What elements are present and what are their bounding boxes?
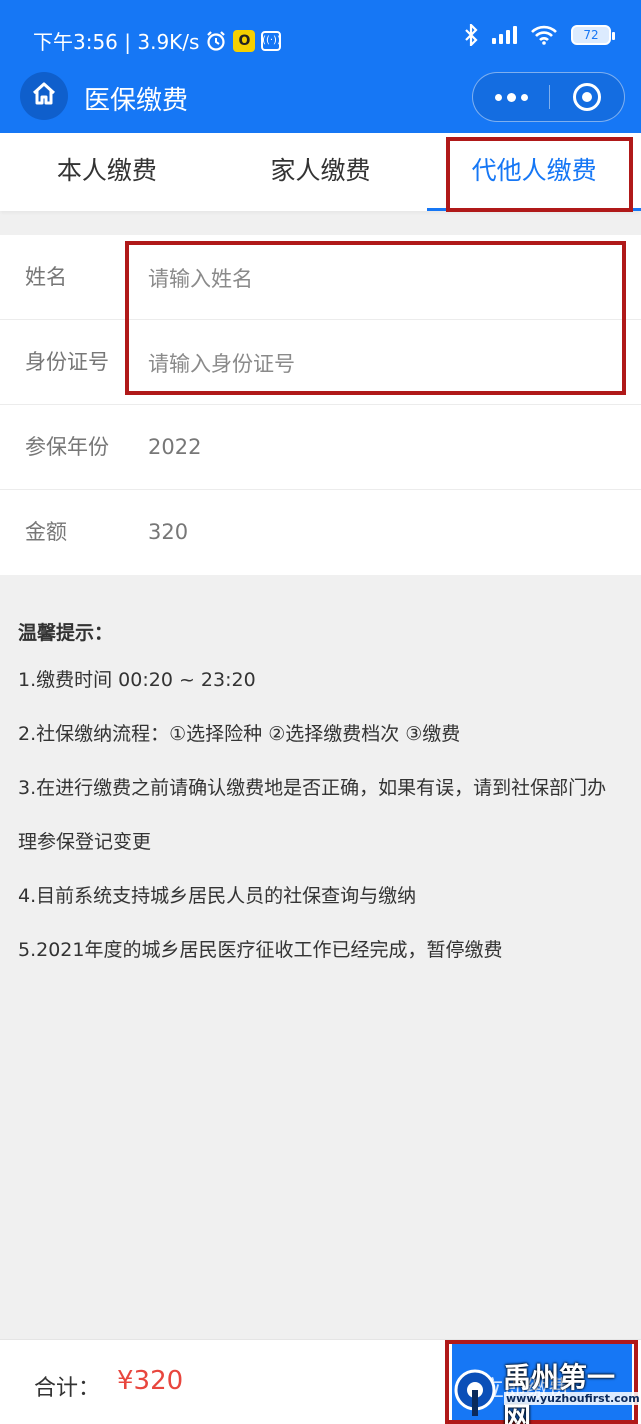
id-number-label: 身份证号 <box>25 350 109 374</box>
checkout-bar: 合计： ¥320 立即缴费 <box>0 1339 641 1424</box>
page-title: 医保缴费 <box>84 86 189 116</box>
status-bar: 下午3:56 | 3.9K/s O ((·)) 72 <box>0 18 641 58</box>
name-input[interactable] <box>148 257 608 301</box>
total-value: ¥320 <box>117 1366 184 1396</box>
payment-tabs: 本人缴费 家人缴费 代他人缴费 <box>0 133 641 211</box>
more-button[interactable] <box>473 73 549 121</box>
more-dot-icon <box>520 93 528 101</box>
signal-icon <box>492 26 517 44</box>
home-button[interactable] <box>20 72 68 120</box>
status-left: 下午3:56 | 3.9K/s O ((·)) <box>33 26 282 55</box>
nfc-icon: ((·)) <box>261 30 282 51</box>
app-notification-icon: O <box>233 29 256 52</box>
payment-form: 姓名 身份证号 参保年份 2022 金额 320 <box>0 235 641 575</box>
close-mini-program-button[interactable] <box>573 83 601 111</box>
form-row-name: 姓名 <box>0 235 641 320</box>
tip-item: 3.在进行缴费之前请确认缴费地是否正确，如果有误，请到社保部门办理参保登记变更 <box>18 777 607 853</box>
nav-bar: 医保缴费 <box>0 68 641 126</box>
tab-self-payment[interactable]: 本人缴费 <box>0 133 214 211</box>
wifi-icon <box>531 25 557 45</box>
app-header: 下午3:56 | 3.9K/s O ((·)) 72 医保缴费 <box>0 0 641 133</box>
bluetooth-icon <box>464 24 478 46</box>
capsule-divider <box>549 85 550 109</box>
form-row-amount: 金额 320 <box>0 490 641 575</box>
tab-pay-for-others[interactable]: 代他人缴费 <box>427 133 641 211</box>
year-value: 2022 <box>148 435 202 459</box>
more-dot-icon <box>506 92 516 102</box>
year-label: 参保年份 <box>25 435 109 459</box>
battery-icon: 72 <box>571 25 615 45</box>
id-number-input[interactable] <box>148 342 608 386</box>
tab-family-payment[interactable]: 家人缴费 <box>214 133 428 211</box>
form-row-year: 参保年份 2022 <box>0 405 641 490</box>
more-dot-icon <box>494 93 502 101</box>
name-label: 姓名 <box>25 265 67 289</box>
status-time-speed: 下午3:56 | 3.9K/s <box>33 30 200 54</box>
tips-section: 温馨提示： 1.缴费时间 00:20 ~ 23:20 2.社保缴纳流程：①选择险… <box>18 618 623 977</box>
mini-program-capsule <box>472 72 625 122</box>
tip-item: 1.缴费时间 00:20 ~ 23:20 <box>18 669 256 691</box>
pay-now-button[interactable]: 立即缴费 <box>452 1344 632 1424</box>
alarm-icon <box>205 30 227 52</box>
total-label: 合计： <box>34 1376 101 1401</box>
battery-level: 72 <box>583 28 599 42</box>
tip-item: 4.目前系统支持城乡居民人员的社保查询与缴纳 <box>18 885 417 907</box>
tips-title: 温馨提示： <box>18 622 114 644</box>
form-row-id-number: 身份证号 <box>0 320 641 405</box>
target-icon <box>582 92 592 102</box>
amount-label: 金额 <box>25 520 67 544</box>
tip-item: 2.社保缴纳流程：①选择险种 ②选择缴费档次 ③缴费 <box>18 723 461 745</box>
status-right: 72 <box>464 24 615 46</box>
home-icon <box>30 80 58 112</box>
tip-item: 5.2021年度的城乡居民医疗征收工作已经完成，暂停缴费 <box>18 939 503 961</box>
amount-value: 320 <box>148 520 189 544</box>
